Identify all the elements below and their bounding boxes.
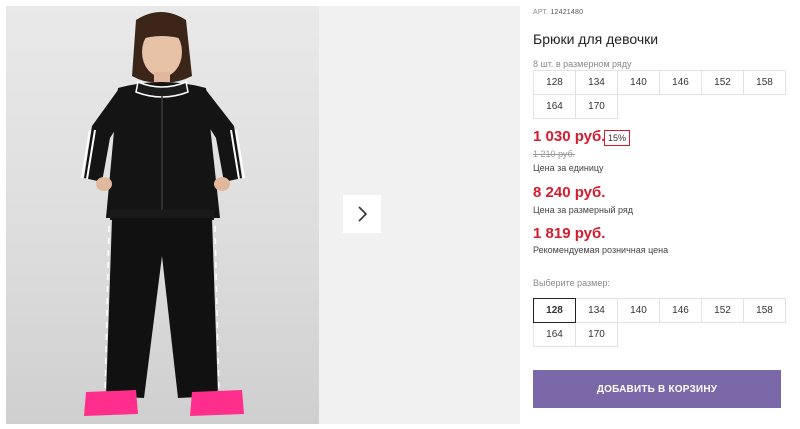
chevron-right-icon [358,206,368,222]
pack-size-cell: 146 [659,70,702,95]
pack-size-cell: 164 [533,94,576,119]
choose-size-label: Выберите размер: [533,278,610,288]
product-info-panel: АРТ. 12421480 Брюки для девочки 8 шт. в … [533,0,793,429]
pack-sizes-label: 8 шт. в размерном ряду [533,59,632,69]
product-title: Брюки для девочки [533,31,659,47]
size-option[interactable]: 158 [743,298,786,323]
unit-price-label: Цена за единицу [533,163,604,173]
pack-size-cell: 128 [533,70,576,95]
pack-size-grid: 128 134 140 146 152 158 164 170 [533,70,786,119]
pack-price-label: Цена за размерный ряд [533,205,634,215]
pack-size-cell: 140 [617,70,660,95]
article-number: АРТ. 12421480 [533,9,583,16]
pack-size-cell: 152 [701,70,744,95]
recommended-price: 1 819 руб. [533,225,606,242]
article-label: АРТ. [533,9,549,16]
size-option[interactable]: 170 [575,322,618,347]
gallery-next-button[interactable] [343,195,381,233]
discount-badge: 15% [604,130,631,146]
size-option[interactable]: 152 [701,298,744,323]
size-option[interactable]: 146 [659,298,702,323]
size-option[interactable]: 134 [575,298,618,323]
pack-price: 8 240 руб. [533,184,606,201]
product-gallery [6,6,520,424]
size-option[interactable]: 164 [533,322,576,347]
unit-price: 1 030 руб. [533,128,606,145]
add-to-cart-button[interactable]: ДОБАВИТЬ В КОРЗИНУ [533,370,781,408]
old-price: 1 210 руб. [533,149,576,159]
size-option[interactable]: 140 [617,298,660,323]
product-photo[interactable] [6,6,319,424]
size-option-selected[interactable]: 128 [533,298,576,323]
recommended-price-label: Рекомендуемая розничная цена [533,245,669,255]
size-selector: 128 134 140 146 152 158 164 170 [533,298,786,347]
article-value: 12421480 [550,9,584,16]
pack-size-cell: 134 [575,70,618,95]
pack-size-cell: 170 [575,94,618,119]
model-illustration [81,12,245,416]
pack-size-cell: 158 [743,70,786,95]
